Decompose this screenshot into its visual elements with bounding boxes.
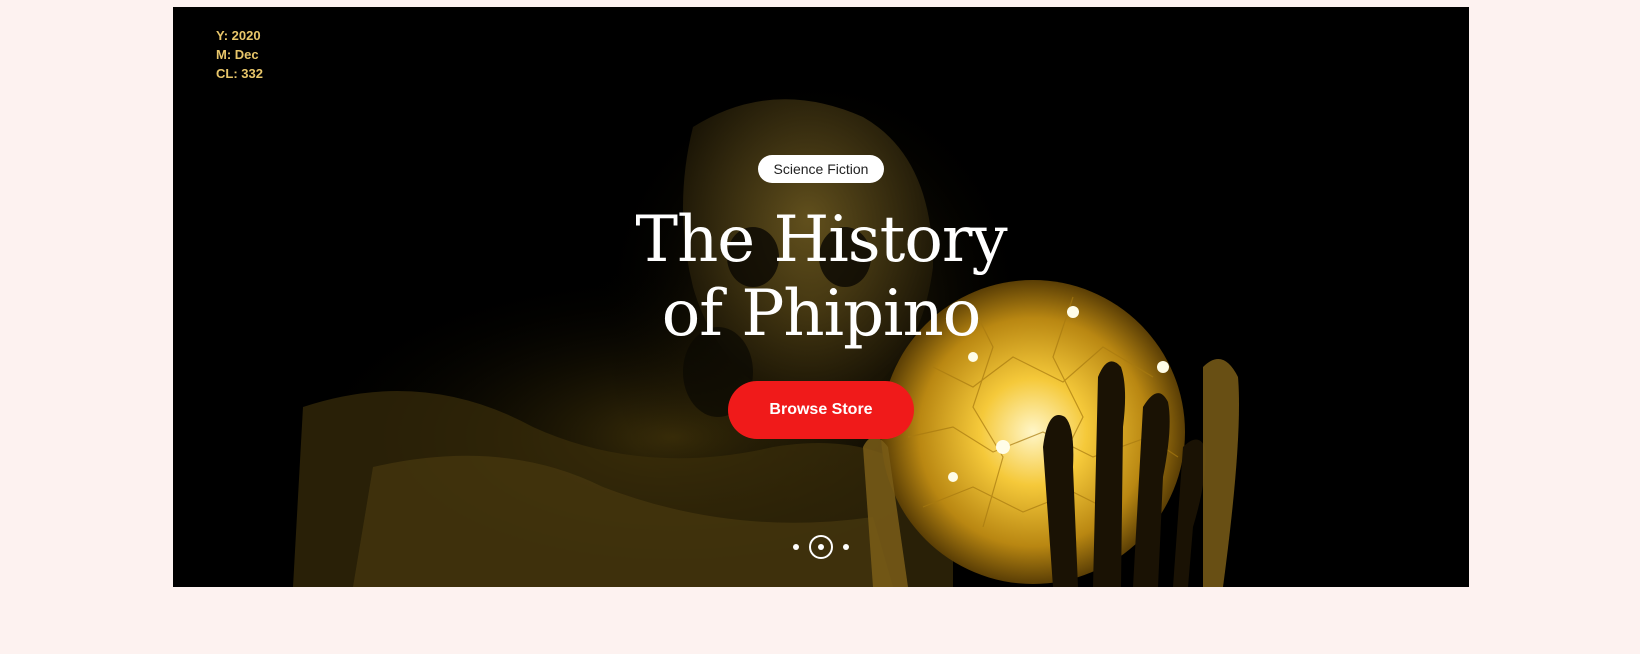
browse-store-button[interactable]: Browse Store — [728, 381, 914, 439]
hero-title-line-1: The History — [635, 203, 1007, 277]
meta-month: M: Dec — [216, 47, 259, 62]
hero-title-line-2: of Phipino — [661, 277, 982, 351]
slide-dot-3[interactable] — [843, 544, 849, 550]
slide-dot-1[interactable] — [793, 544, 799, 550]
meta-year: Y: 2020 — [216, 28, 261, 43]
category-badge[interactable]: Science Fiction — [758, 155, 884, 183]
meta-info: Y: 2020 M: Dec CL: 332 — [216, 26, 263, 83]
hero-title: The History of Phipino — [571, 203, 1071, 351]
meta-cl: CL: 332 — [216, 66, 263, 81]
slider-dots — [793, 535, 849, 559]
hero-banner: Y: 2020 M: Dec CL: 332 Science Fiction T… — [173, 7, 1469, 587]
slide-dot-2-active[interactable] — [809, 535, 833, 559]
